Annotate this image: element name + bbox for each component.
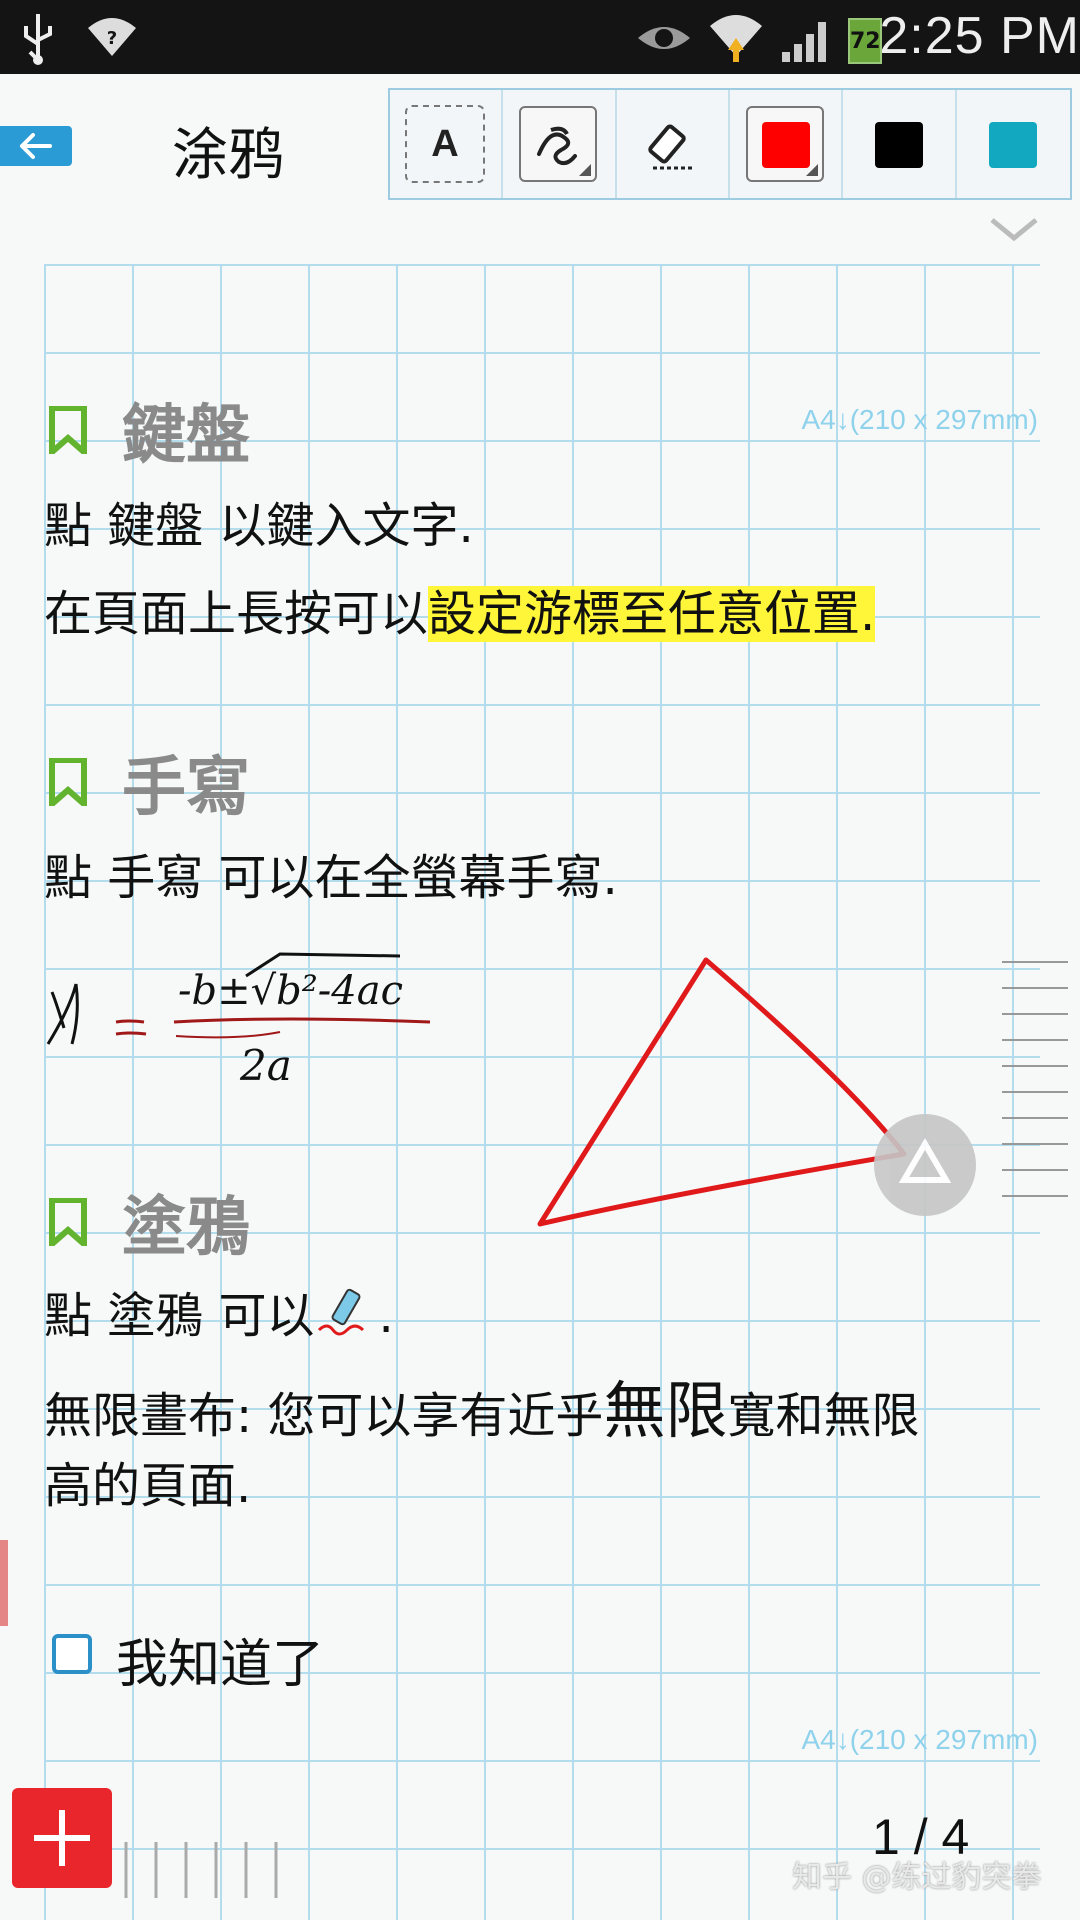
color-black-button[interactable] xyxy=(843,90,957,198)
section-doodle-header: 塗鴉 xyxy=(48,1176,250,1268)
color-red-frame xyxy=(745,106,824,182)
doodle-line-1-end: . xyxy=(378,1288,394,1344)
color-teal-button[interactable] xyxy=(957,90,1070,198)
keyboard-line-2: 在頁面上長按可以設定游標至任意位置. xyxy=(44,574,876,644)
paper-size-label: A4↓(210 x 297mm) xyxy=(801,1724,1038,1755)
doodle-pen-icon xyxy=(317,1288,364,1336)
triangle-up-icon xyxy=(898,1138,952,1183)
color-red-swatch xyxy=(761,122,810,168)
wifi-icon xyxy=(710,15,762,62)
text-tool-button[interactable]: A xyxy=(390,90,504,198)
svg-text:?: ? xyxy=(107,28,117,49)
svg-text:A: A xyxy=(431,123,458,165)
status-time: 2:25 PM xyxy=(879,7,1080,65)
color-teal-swatch xyxy=(988,122,1037,168)
tool-dropdown-corner-icon xyxy=(805,164,818,176)
section-title: 手寫 xyxy=(122,751,250,825)
left-edge-marker xyxy=(0,1540,8,1626)
keyboard-line-1: 點 鍵盤 以鍵入文字. xyxy=(44,498,474,554)
battery-icon: 72 xyxy=(848,18,882,64)
keyboard-line-2-plain: 在頁面上長按可以 xyxy=(44,586,429,642)
plus-icon xyxy=(34,1810,90,1866)
status-bar: ? 72 2:25 PM xyxy=(0,0,1080,74)
handwritten-formula-drawing: -b±√b²-4ac 2a xyxy=(46,952,431,1090)
watermark: 知乎 @练过豹突拳 xyxy=(792,1860,1042,1895)
bookmark-icon xyxy=(49,1198,87,1246)
doodle-line-2-emphasis: 無限 xyxy=(603,1374,728,1447)
doodle-line-3: 高的頁面. xyxy=(44,1458,252,1514)
bookmark-icon xyxy=(49,406,87,454)
highlighted-text: 設定游標至任意位置. xyxy=(428,586,876,642)
doodle-line-1: 點 塗鴉 可以 . xyxy=(44,1276,394,1346)
doodle-line-2-b: 寬和無限 xyxy=(727,1388,920,1444)
add-page-button[interactable] xyxy=(12,1788,112,1888)
page-title: 涂鸦 xyxy=(172,123,284,188)
checkbox-label[interactable]: 我知道了 xyxy=(116,1622,324,1697)
svg-text:2a: 2a xyxy=(239,1041,292,1090)
doodle-line-2: 無限畫布: 您可以享有近乎無限寬和無限 xyxy=(44,1360,919,1450)
eraser-tool-icon xyxy=(647,124,693,170)
note-canvas[interactable]: 鍵盤 A4↓(210 x 297mm) 點 鍵盤 以鍵入文字. 在頁面上長按可以… xyxy=(0,224,1080,1920)
section-title: 鍵盤 xyxy=(122,399,250,473)
handwriting-line-1: 點 手寫 可以在全螢幕手寫. xyxy=(44,850,618,906)
section-title: 塗鴉 xyxy=(122,1191,250,1265)
eye-icon xyxy=(638,27,690,49)
pen-tool-frame xyxy=(519,106,598,182)
signal-icon xyxy=(782,22,826,62)
doodle-line-1-text: 點 塗鴉 可以 xyxy=(44,1288,315,1344)
svg-text:-b±√b²-4ac: -b±√b²-4ac xyxy=(178,968,403,1014)
eraser-tool-button[interactable] xyxy=(617,90,730,198)
section-handwriting-header: 手寫 xyxy=(48,736,250,828)
back-button[interactable] xyxy=(0,126,72,166)
section-keyboard-header: 鍵盤 xyxy=(48,384,250,476)
toolbar: 涂鸦 A xyxy=(0,74,1080,224)
color-red-button[interactable] xyxy=(730,90,844,198)
text-tool-icon: A xyxy=(405,105,485,183)
pen-tool-button[interactable] xyxy=(503,90,617,198)
tool-dropdown-corner-icon xyxy=(579,164,592,176)
tool-group: A xyxy=(388,88,1072,200)
paper-size-label: A4↓(210 x 297mm) xyxy=(801,404,1038,435)
checkbox-icon[interactable] xyxy=(52,1634,92,1674)
wifi-question-icon: ? xyxy=(88,18,136,56)
scroll-top-button[interactable] xyxy=(874,1114,976,1216)
back-arrow-icon xyxy=(20,133,52,159)
usb-icon xyxy=(24,14,52,65)
page-thumbnail-strip[interactable] xyxy=(116,1842,306,1898)
bookmark-icon xyxy=(49,758,87,806)
doodle-triangle-drawing xyxy=(537,957,907,1227)
color-black-swatch xyxy=(875,122,924,168)
doodle-line-2-a: 無限畫布: 您可以享有近乎 xyxy=(44,1388,604,1444)
scroll-handle-lines[interactable] xyxy=(1000,958,1070,1218)
